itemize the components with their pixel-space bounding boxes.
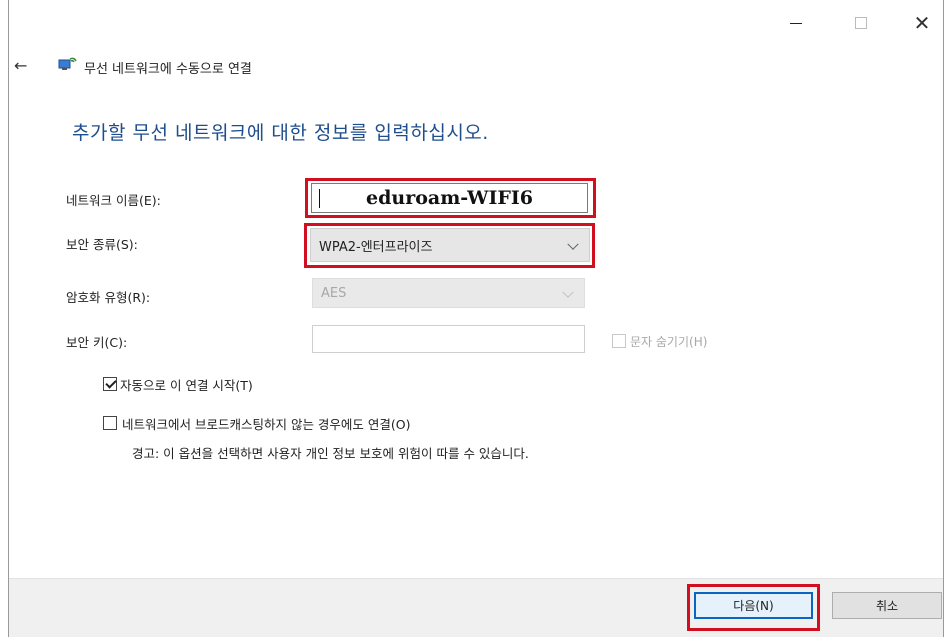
hide-characters-checkbox[interactable] (612, 334, 626, 348)
security-type-highlight (304, 223, 595, 268)
dialog-window: ✕ (8, 0, 944, 637)
chevron-down-icon (562, 286, 574, 298)
wireless-network-icon (58, 57, 77, 70)
auto-connect-label[interactable]: 자동으로 이 연결 시작(T) (120, 375, 253, 394)
network-name-label: 네트워크 이름(E): (66, 193, 161, 208)
broadcast-connect-checkbox[interactable] (103, 416, 117, 430)
encryption-type-label: 암호화 유형(R): (66, 290, 151, 305)
broadcast-connect-label[interactable]: 네트워크에서 브로드캐스팅하지 않는 경우에도 연결(O) (122, 414, 411, 433)
maximize-button[interactable] (838, 8, 884, 38)
privacy-warning-text: 경고: 이 옵션을 선택하면 사용자 개인 정보 보호에 위험이 따를 수 있습… (132, 446, 529, 461)
next-button-highlight (687, 584, 820, 631)
cancel-button[interactable]: 취소 (832, 592, 942, 619)
hide-characters-label: 문자 숨기기(H) (630, 335, 708, 349)
page-heading: 추가할 무선 네트워크에 대한 정보를 입력하십시오. (72, 122, 489, 144)
encryption-type-select: AES (312, 278, 585, 308)
minimize-button[interactable] (773, 8, 819, 38)
auto-connect-checkbox[interactable] (103, 377, 117, 391)
maximize-icon (855, 17, 867, 29)
close-button[interactable]: ✕ (899, 8, 945, 38)
encryption-type-value: AES (321, 285, 347, 301)
security-key-input[interactable] (312, 325, 585, 353)
security-type-label: 보안 종류(S): (66, 237, 138, 252)
minimize-icon (790, 22, 802, 24)
back-arrow-icon[interactable]: ← (14, 56, 27, 75)
network-name-highlight (305, 178, 596, 218)
security-key-label: 보안 키(C): (66, 335, 128, 350)
dialog-title: 무선 네트워크에 수동으로 연결 (84, 62, 252, 77)
